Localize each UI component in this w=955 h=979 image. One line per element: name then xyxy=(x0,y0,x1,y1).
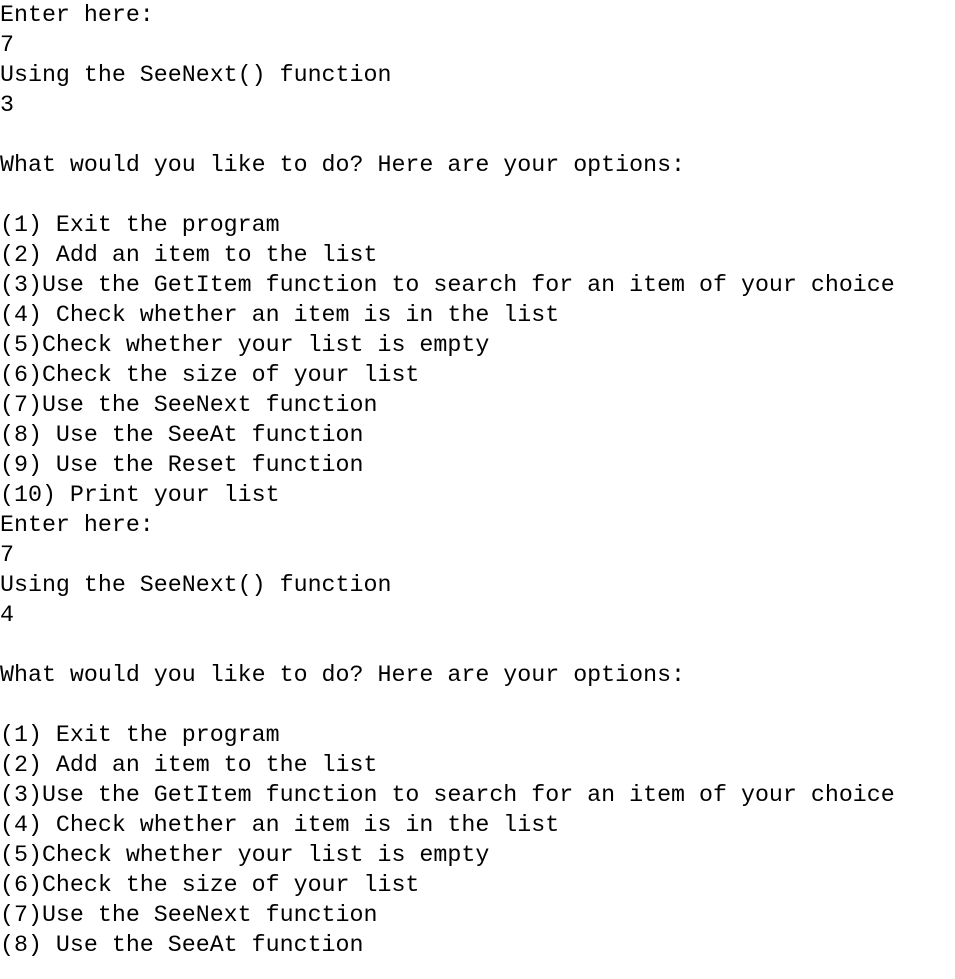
console-line: Enter here: xyxy=(0,2,154,28)
console-line: (1) Exit the program xyxy=(0,212,280,238)
console-line: (9) Use the Reset function xyxy=(0,452,364,478)
console-line: (2) Add an item to the list xyxy=(0,752,378,778)
console-line: (4) Check whether an item is in the list xyxy=(0,302,560,328)
console-line: (1) Exit the program xyxy=(0,722,280,748)
console-line: (8) Use the SeeAt function xyxy=(0,422,364,448)
console-line: What would you like to do? Here are your… xyxy=(0,152,686,178)
console-line: (4) Check whether an item is in the list xyxy=(0,812,560,838)
console-line: (6)Check the size of your list xyxy=(0,872,420,898)
console-line: 4 xyxy=(0,602,14,628)
console-line: (2) Add an item to the list xyxy=(0,242,378,268)
console-line: 3 xyxy=(0,92,14,118)
console-line: (5)Check whether your list is empty xyxy=(0,332,490,358)
console-line: Enter here: xyxy=(0,512,154,538)
console-line: Using the SeeNext() function xyxy=(0,572,392,598)
console-line: Using the SeeNext() function xyxy=(0,62,392,88)
console-line: (3)Use the GetItem function to search fo… xyxy=(0,272,895,298)
console-line: (6)Check the size of your list xyxy=(0,362,420,388)
console-line: (10) Print your list xyxy=(0,482,280,508)
console-line: (5)Check whether your list is empty xyxy=(0,842,490,868)
console-line: (8) Use the SeeAt function xyxy=(0,932,364,958)
console-line: 7 xyxy=(0,32,14,58)
console-line: (3)Use the GetItem function to search fo… xyxy=(0,782,895,808)
console-line: (7)Use the SeeNext function xyxy=(0,902,378,928)
console-line: What would you like to do? Here are your… xyxy=(0,662,686,688)
console-line: 7 xyxy=(0,542,14,568)
console-line: (7)Use the SeeNext function xyxy=(0,392,378,418)
console-output: Enter here: 7 Using the SeeNext() function… xyxy=(0,0,955,960)
